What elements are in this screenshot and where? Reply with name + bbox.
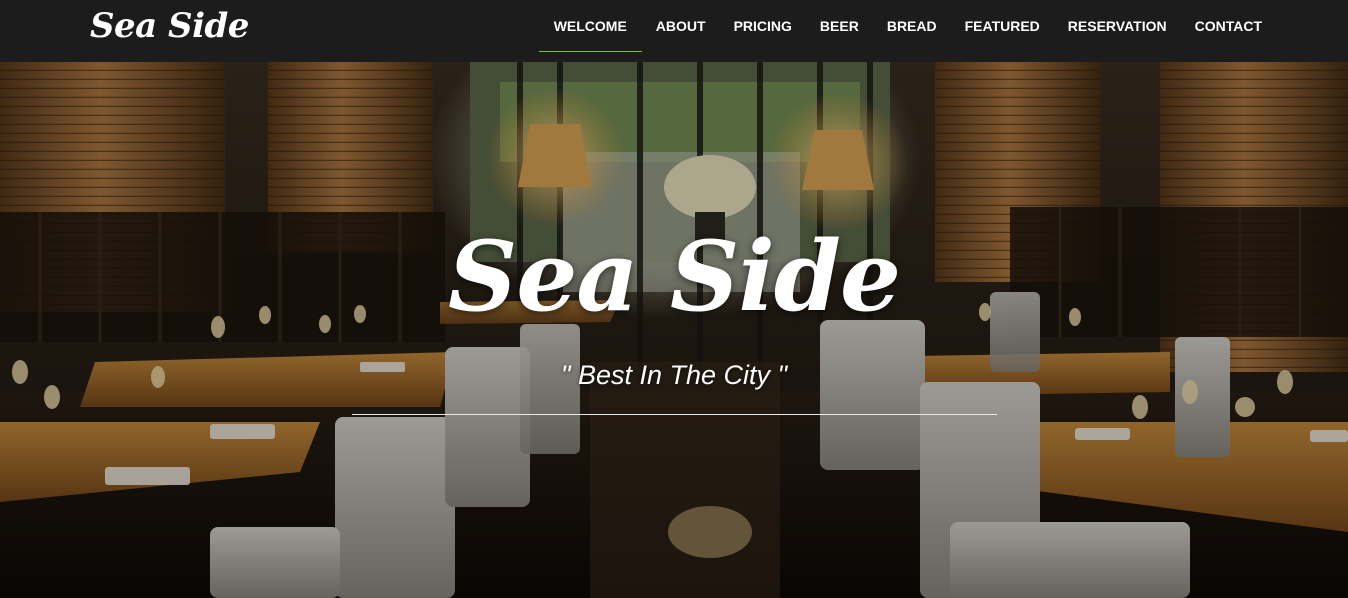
navbar: Sea Side Welcome About Pricing Beer Brea… — [0, 0, 1348, 62]
hero-divider — [352, 414, 997, 415]
nav-item-about[interactable]: About — [642, 0, 720, 52]
nav-item-welcome[interactable]: Welcome — [538, 0, 642, 52]
nav-item-reservation[interactable]: Reservation — [1054, 0, 1181, 52]
hero-tagline: " Best In The City " — [560, 360, 788, 390]
nav-item-featured[interactable]: Featured — [951, 0, 1054, 52]
nav-item-contact[interactable]: Contact — [1181, 0, 1276, 52]
hero-title: Sea Side — [447, 220, 901, 333]
nav-item-pricing[interactable]: Pricing — [720, 0, 806, 52]
nav-item-beer[interactable]: Beer — [806, 0, 873, 52]
hero-section: Sea Side " Best In The City " — [0, 62, 1348, 598]
brand-logo[interactable]: Sea Side — [90, 4, 249, 48]
main-nav: Welcome About Pricing Beer Bread Feature… — [538, 0, 1276, 52]
nav-item-bread[interactable]: Bread — [873, 0, 951, 52]
